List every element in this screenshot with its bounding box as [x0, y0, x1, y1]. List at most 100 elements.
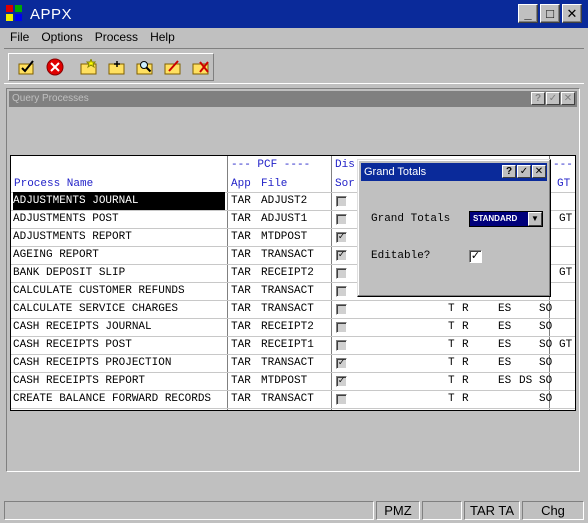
menu-file[interactable]: File	[4, 30, 35, 44]
process-name-cell[interactable]: CALCULATE CUSTOMER REFUNDS	[13, 282, 185, 300]
display-checkbox[interactable]: ✓	[336, 250, 347, 261]
display-checkbox[interactable]	[336, 268, 347, 279]
dialog-close-button[interactable]: ✕	[532, 165, 546, 178]
menu-help[interactable]: Help	[144, 30, 181, 44]
flag-cell[interactable]: T	[448, 372, 455, 390]
mdi-ok-button[interactable]: ✓	[546, 92, 560, 105]
dropdown-arrow-icon[interactable]: ▼	[528, 212, 542, 226]
process-name-cell[interactable]: AGEING REPORT	[13, 246, 99, 264]
file-cell[interactable]: RECEIPT2	[261, 318, 314, 336]
menu-options[interactable]: Options	[35, 30, 88, 44]
grand-totals-title-bar[interactable]: Grand Totals ? ✓ ✕	[361, 163, 547, 181]
display-checkbox[interactable]: ✓	[336, 358, 347, 369]
app-cell[interactable]: TAR	[231, 354, 251, 372]
file-cell[interactable]: RECEIPT2	[261, 264, 314, 282]
header-dis-bottom[interactable]: Sor	[335, 178, 355, 190]
app-cell[interactable]: TAR	[231, 210, 251, 228]
maximize-button[interactable]: □	[540, 4, 560, 23]
flag-cell[interactable]: ES	[498, 300, 511, 318]
flag-cell[interactable]: T	[448, 336, 455, 354]
flag-cell[interactable]: T	[448, 318, 455, 336]
flag-cell[interactable]: SO	[539, 318, 552, 336]
file-cell[interactable]: TRANSACT	[261, 282, 314, 300]
flag-cell[interactable]: T	[448, 390, 455, 408]
display-checkbox[interactable]	[336, 196, 347, 207]
search-folder-icon[interactable]	[133, 56, 157, 78]
gt-cell[interactable]: GT	[559, 210, 572, 228]
flag-cell[interactable]: R	[462, 336, 469, 354]
process-name-cell[interactable]: ADJUSTMENTS JOURNAL	[13, 192, 225, 210]
grand-totals-select[interactable]: STANDARD ▼	[469, 211, 543, 227]
process-name-cell[interactable]: CASH RECEIPTS PROJECTION	[13, 354, 171, 372]
check-folder-icon[interactable]	[15, 56, 39, 78]
flag-cell[interactable]: R	[462, 354, 469, 372]
flag-cell[interactable]: DS	[519, 372, 532, 390]
app-cell[interactable]: TAR	[231, 192, 251, 210]
app-cell[interactable]: TAR	[231, 300, 251, 318]
header-process-name[interactable]: Process Name	[14, 178, 93, 190]
flag-cell[interactable]: ES	[498, 318, 511, 336]
file-cell[interactable]: TRANSACT	[261, 390, 314, 408]
window-title-bar[interactable]: APPX _ □ ✕	[0, 0, 588, 28]
gt-cell[interactable]: GT	[559, 336, 572, 354]
flag-cell[interactable]: SO	[539, 336, 552, 354]
app-cell[interactable]: TAR	[231, 390, 251, 408]
process-name-cell[interactable]: CALCULATE SERVICE CHARGES	[13, 300, 178, 318]
edit-folder-icon[interactable]	[161, 56, 185, 78]
flag-cell[interactable]: ES	[498, 372, 511, 390]
file-cell[interactable]: TRANSACT	[261, 354, 314, 372]
dialog-ok-button[interactable]: ✓	[517, 165, 531, 178]
gt-cell[interactable]: GT	[559, 264, 572, 282]
display-checkbox[interactable]: ✓	[336, 376, 347, 387]
file-cell[interactable]: ADJUST2	[261, 192, 307, 210]
display-checkbox[interactable]	[336, 322, 347, 333]
app-cell[interactable]: TAR	[231, 282, 251, 300]
app-cell[interactable]: TAR	[231, 372, 251, 390]
app-cell[interactable]: TAR	[231, 336, 251, 354]
process-name-cell[interactable]: CASH RECEIPTS POST	[13, 336, 132, 354]
file-cell[interactable]: MTDPOST	[261, 228, 307, 246]
minimize-button[interactable]: _	[518, 4, 538, 23]
display-checkbox[interactable]	[336, 340, 347, 351]
header-app[interactable]: App	[231, 178, 251, 190]
file-cell[interactable]: MTDPOST	[261, 372, 307, 390]
process-name-cell[interactable]: CASH RECEIPTS REPORT	[13, 372, 145, 390]
flag-cell[interactable]: SO	[539, 354, 552, 372]
process-name-cell[interactable]: CREATE BALANCE FORWARD RECORDS	[13, 390, 211, 408]
process-name-cell[interactable]: ADJUSTMENTS POST	[13, 210, 119, 228]
delete-folder-icon[interactable]	[189, 56, 213, 78]
query-processes-title-bar[interactable]: Query Processes ? ✓ ✕	[9, 91, 577, 107]
flag-cell[interactable]: R	[462, 372, 469, 390]
display-checkbox[interactable]	[336, 304, 347, 315]
add-folder-icon[interactable]	[105, 56, 129, 78]
app-cell[interactable]: TAR	[231, 228, 251, 246]
display-checkbox[interactable]	[336, 394, 347, 405]
cancel-icon[interactable]	[43, 56, 67, 78]
flag-cell[interactable]: R	[462, 390, 469, 408]
flag-cell[interactable]: T	[448, 300, 455, 318]
flag-cell[interactable]: SO	[539, 300, 552, 318]
file-cell[interactable]: RECEIPT1	[261, 336, 314, 354]
flag-cell[interactable]: ES	[498, 354, 511, 372]
header-file[interactable]: File	[261, 178, 287, 190]
file-cell[interactable]: TRANSACT	[261, 246, 314, 264]
flag-cell[interactable]: SO	[539, 372, 552, 390]
header-gt-bottom[interactable]: GT	[557, 178, 570, 190]
dialog-help-button[interactable]: ?	[502, 165, 516, 178]
display-checkbox[interactable]	[336, 214, 347, 225]
app-cell[interactable]: TAR	[231, 264, 251, 282]
flag-cell[interactable]: T	[448, 354, 455, 372]
process-name-cell[interactable]: BANK DEPOSIT SLIP	[13, 264, 125, 282]
display-checkbox[interactable]: ✓	[336, 232, 347, 243]
app-cell[interactable]: TAR	[231, 318, 251, 336]
mdi-close-button[interactable]: ✕	[561, 92, 575, 105]
new-folder-icon[interactable]	[77, 56, 101, 78]
flag-cell[interactable]: SO	[539, 390, 552, 408]
file-cell[interactable]: ADJUST1	[261, 210, 307, 228]
flag-cell[interactable]: R	[462, 318, 469, 336]
mdi-help-button[interactable]: ?	[531, 92, 545, 105]
app-cell[interactable]: TAR	[231, 246, 251, 264]
display-checkbox[interactable]	[336, 286, 347, 297]
flag-cell[interactable]: ES	[498, 336, 511, 354]
process-name-cell[interactable]: ADJUSTMENTS REPORT	[13, 228, 132, 246]
